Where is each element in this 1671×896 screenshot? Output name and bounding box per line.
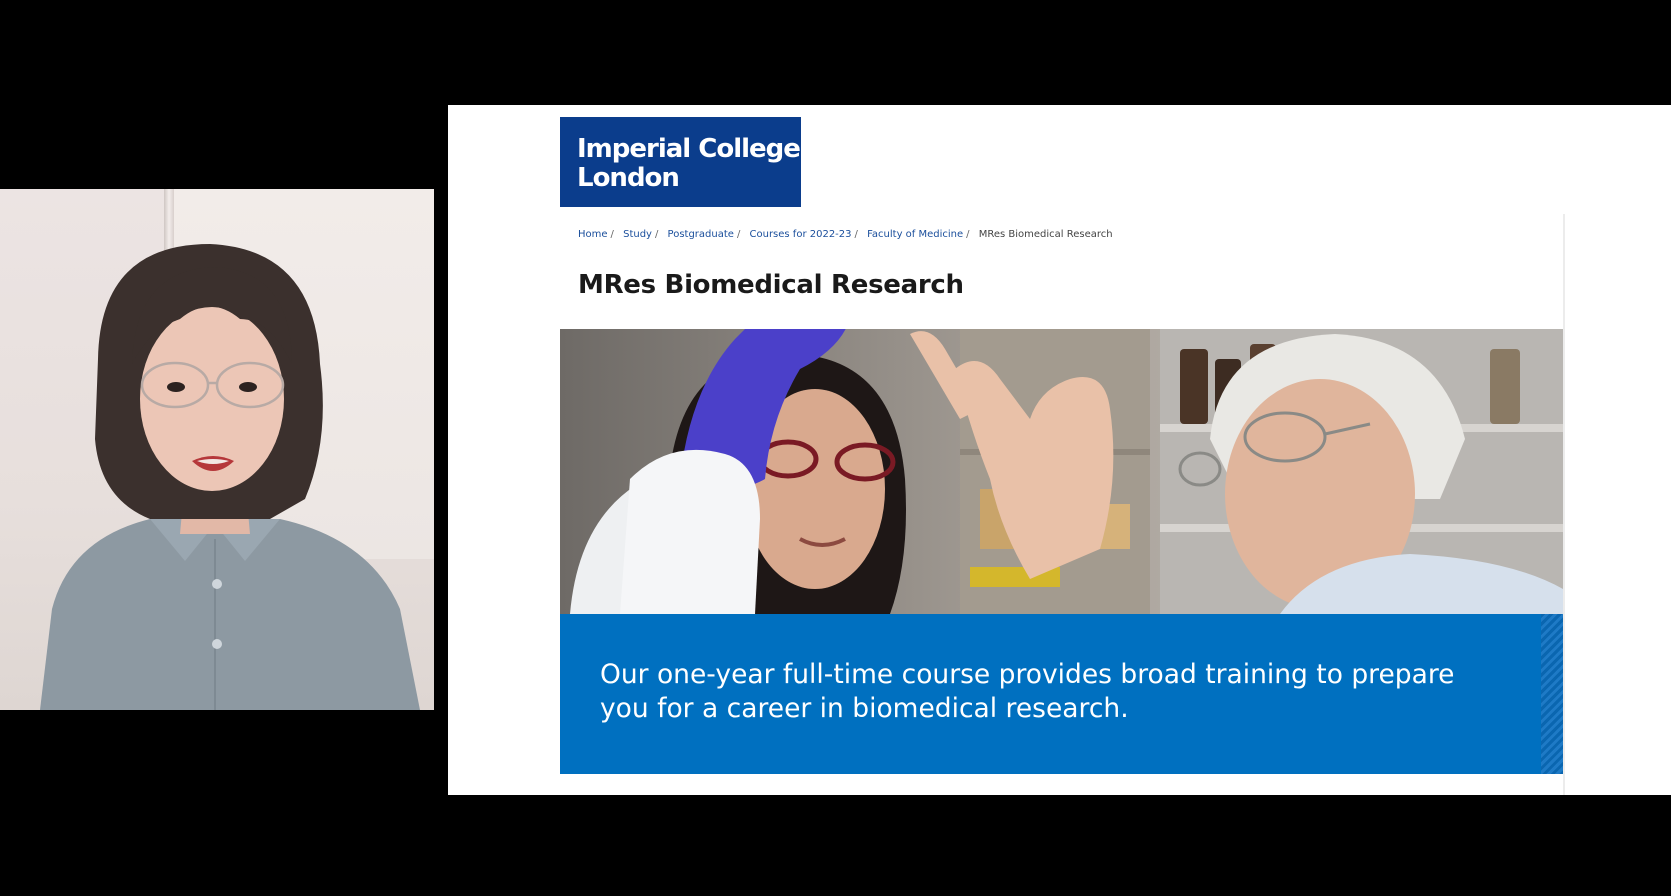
course-summary-text: Our one-year full-time course provides b… (600, 659, 1455, 724)
presenter-video (0, 189, 434, 710)
breadcrumb-home[interactable]: Home (578, 229, 608, 240)
breadcrumb-courses[interactable]: Courses for 2022-23 (750, 229, 852, 240)
hero-image (560, 329, 1563, 614)
imperial-college-logo[interactable]: Imperial College London (560, 117, 801, 207)
breadcrumb-separator: / (654, 229, 659, 240)
breadcrumb-separator: / (610, 229, 614, 240)
breadcrumb-current: MRes Biomedical Research (978, 229, 1113, 240)
course-summary-banner: Our one-year full-time course provides b… (560, 614, 1563, 774)
breadcrumb-study[interactable]: Study (623, 229, 652, 240)
presenter-figure (40, 244, 420, 710)
logo-line-2: London (577, 163, 680, 193)
breadcrumb-separator: / (736, 229, 741, 240)
banner-stripe-decoration (1541, 614, 1563, 774)
page-title: MRes Biomedical Research (578, 270, 964, 300)
shared-web-page: Imperial College London Home / Study / Pos… (448, 105, 1671, 795)
lab-researchers-photo (560, 329, 1563, 614)
breadcrumb-postgraduate[interactable]: Postgraduate (668, 229, 734, 240)
breadcrumb-faculty[interactable]: Faculty of Medicine (867, 229, 963, 240)
breadcrumb: Home / Study / Postgraduate / Courses for 2… (578, 229, 1113, 240)
breadcrumb-separator: / (854, 229, 858, 240)
logo-line-1: Imperial College (577, 134, 801, 164)
breadcrumb-separator: / (966, 229, 970, 240)
